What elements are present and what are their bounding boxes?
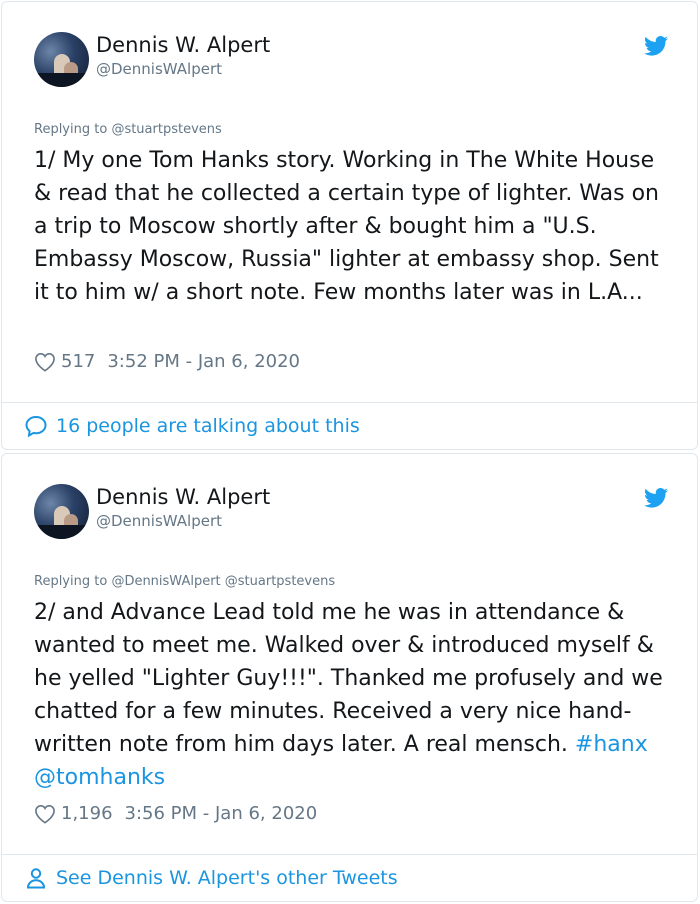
replying-to: Replying to @DennisWAlpert @stuartpsteve… xyxy=(34,574,335,589)
tweet-text-content: 2/ and Advance Lead told me he was in at… xyxy=(34,600,663,757)
avatar[interactable] xyxy=(34,484,89,539)
divider xyxy=(2,402,697,403)
heart-icon[interactable] xyxy=(34,804,56,824)
speech-bubble-icon xyxy=(25,415,47,438)
replying-prefix: Replying to xyxy=(34,574,108,589)
author-name[interactable]: Dennis W. Alpert xyxy=(96,33,270,57)
replying-to: Replying to @stuartpstevens xyxy=(34,122,222,137)
author-handle[interactable]: @DennisWAlpert xyxy=(96,60,222,78)
conversation-link-text[interactable]: 16 people are talking about this xyxy=(56,415,360,437)
avatar[interactable] xyxy=(34,32,89,87)
person-icon xyxy=(26,868,46,889)
heart-icon[interactable] xyxy=(34,352,56,372)
tweet-meta: 517 3:52 PM - Jan 6, 2020 xyxy=(34,351,300,372)
author-name[interactable]: Dennis W. Alpert xyxy=(96,485,270,509)
tweet-text: 2/ and Advance Lead told me he was in at… xyxy=(34,596,674,794)
reply-mention-link[interactable]: @stuartpstevens xyxy=(111,122,221,137)
like-count[interactable]: 1,196 xyxy=(61,803,113,824)
mention-link[interactable]: @tomhanks xyxy=(34,765,165,790)
like-count[interactable]: 517 xyxy=(61,351,95,372)
timestamp[interactable]: 3:56 PM - Jan 6, 2020 xyxy=(125,803,318,824)
conversation-link[interactable]: 16 people are talking about this xyxy=(24,414,360,438)
author-handle[interactable]: @DennisWAlpert xyxy=(96,512,222,530)
divider xyxy=(2,854,697,855)
replying-prefix: Replying to xyxy=(34,122,108,137)
tweet-meta: 1,196 3:56 PM - Jan 6, 2020 xyxy=(34,803,317,824)
tweet-card[interactable]: Dennis W. Alpert @DennisWAlpert Replying… xyxy=(1,1,698,450)
twitter-bird-icon[interactable] xyxy=(644,488,668,508)
tweet-text: 1/ My one Tom Hanks story. Working in Th… xyxy=(34,148,659,305)
profile-link[interactable]: See Dennis W. Alpert's other Tweets xyxy=(24,866,398,890)
reply-mention-link[interactable]: @DennisWAlpert @stuartpstevens xyxy=(111,574,335,589)
hashtag-link[interactable]: #hanx xyxy=(575,732,648,757)
profile-link-text[interactable]: See Dennis W. Alpert's other Tweets xyxy=(56,867,398,889)
tweet-card[interactable]: Dennis W. Alpert @DennisWAlpert Replying… xyxy=(1,453,698,902)
timestamp[interactable]: 3:52 PM - Jan 6, 2020 xyxy=(107,351,300,372)
twitter-bird-icon[interactable] xyxy=(644,36,668,56)
